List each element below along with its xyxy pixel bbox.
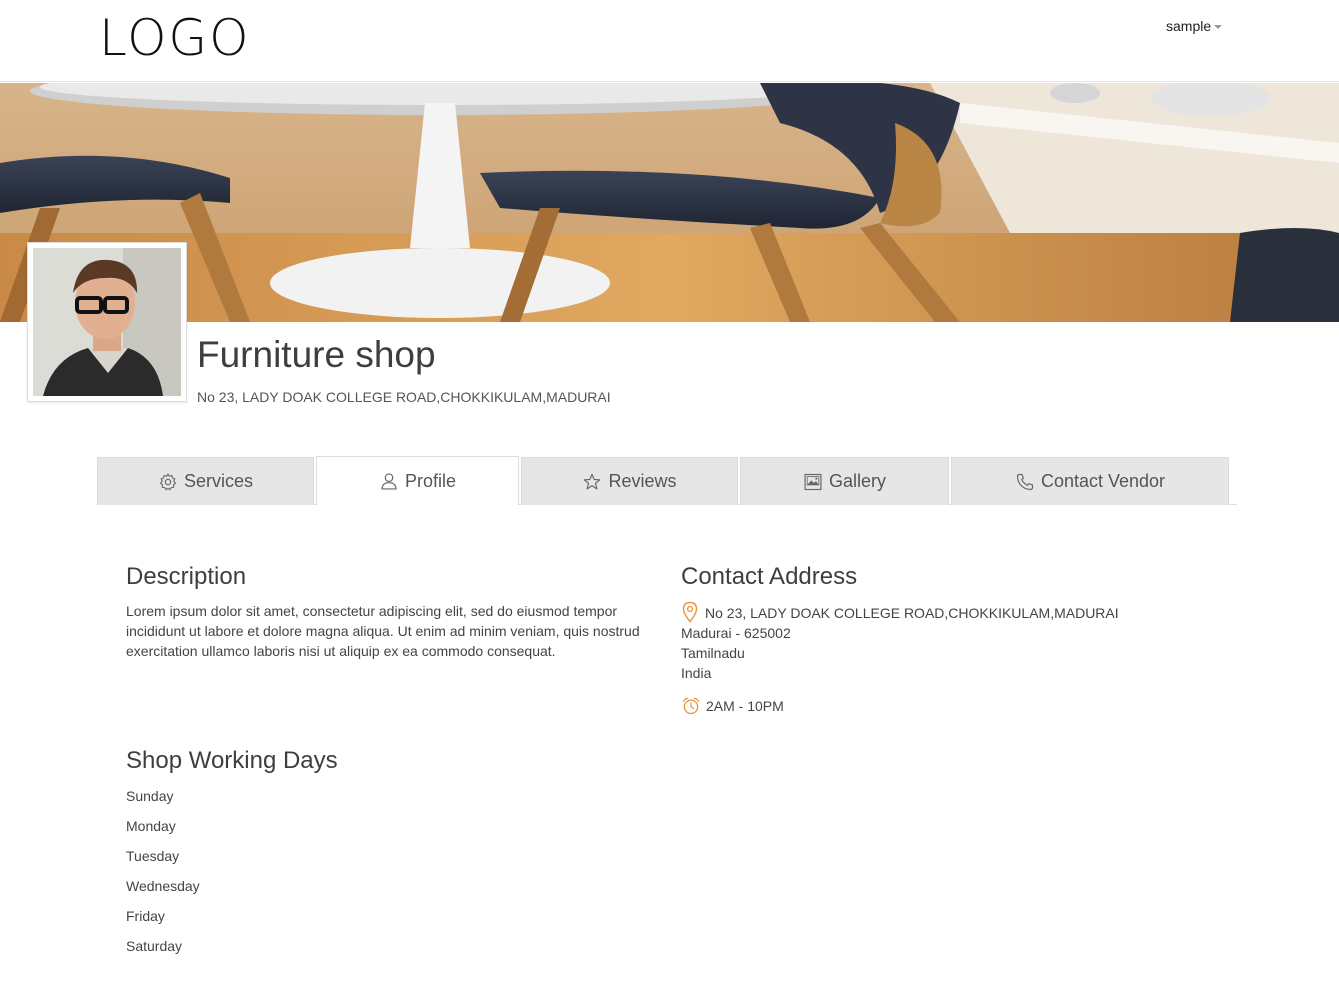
user-menu-dropdown[interactable]: sample — [1166, 18, 1223, 34]
list-item: Sunday — [126, 788, 174, 804]
caret-down-icon — [1214, 25, 1223, 29]
cover-banner-image — [0, 83, 1339, 322]
user-menu-label: sample — [1166, 18, 1212, 34]
tab-contact-vendor-label: Contact Vendor — [1040, 471, 1166, 491]
description-text: Lorem ipsum dolor sit amet, consectetur … — [126, 603, 640, 659]
profile-tabs: Services Profile Reviews Gallery Contact… — [97, 456, 1237, 505]
tab-reviews[interactable]: Reviews — [521, 457, 738, 505]
alarm-clock-icon — [682, 697, 700, 715]
gear-icon — [159, 473, 177, 490]
tab-services[interactable]: Services — [97, 457, 314, 505]
description-heading: Description — [126, 563, 247, 590]
working-hours-text: 2AM - 10PM — [706, 698, 784, 714]
address-line-street: No 23, LADY DOAK COLLEGE ROAD,CHOKKIKULA… — [705, 605, 1119, 621]
vendor-avatar — [27, 242, 187, 402]
tab-gallery[interactable]: Gallery — [740, 457, 949, 505]
list-item: Tuesday — [126, 848, 180, 864]
user-icon — [381, 473, 397, 490]
contact-address-block: No 23, LADY DOAK COLLEGE ROAD,CHOKKIKULA… — [681, 601, 1119, 683]
site-logo[interactable]: LOGO — [99, 8, 251, 68]
shop-address: No 23, LADY DOAK COLLEGE ROAD,CHOKKIKULA… — [197, 389, 611, 405]
tab-reviews-label: Reviews — [608, 471, 677, 491]
tab-gallery-label: Gallery — [828, 471, 886, 491]
tab-profile-label: Profile — [404, 470, 457, 491]
map-pin-icon — [682, 601, 698, 623]
address-line-city: Madurai - 625002 — [681, 625, 791, 641]
top-navbar: LOGO sample — [0, 0, 1339, 82]
shop-name: Furniture shop — [197, 334, 436, 375]
working-days-heading: Shop Working Days — [126, 747, 338, 774]
tab-contact-vendor[interactable]: Contact Vendor — [951, 457, 1229, 505]
list-item: Monday — [126, 818, 176, 834]
image-icon — [804, 473, 822, 490]
contact-address-heading: Contact Address — [681, 563, 858, 590]
working-days-list: Sunday Monday Tuesday Wednesday Friday S… — [126, 786, 200, 966]
address-line-country: India — [681, 665, 712, 681]
list-item: Friday — [126, 908, 165, 924]
list-item: Saturday — [126, 938, 183, 954]
star-icon — [584, 473, 601, 489]
tab-services-label: Services — [183, 471, 254, 491]
tab-profile[interactable]: Profile — [316, 456, 519, 505]
phone-icon — [1016, 473, 1034, 490]
list-item: Wednesday — [126, 878, 200, 894]
address-line-state: Tamilnadu — [681, 645, 745, 661]
working-hours: 2AM - 10PM — [681, 696, 784, 716]
